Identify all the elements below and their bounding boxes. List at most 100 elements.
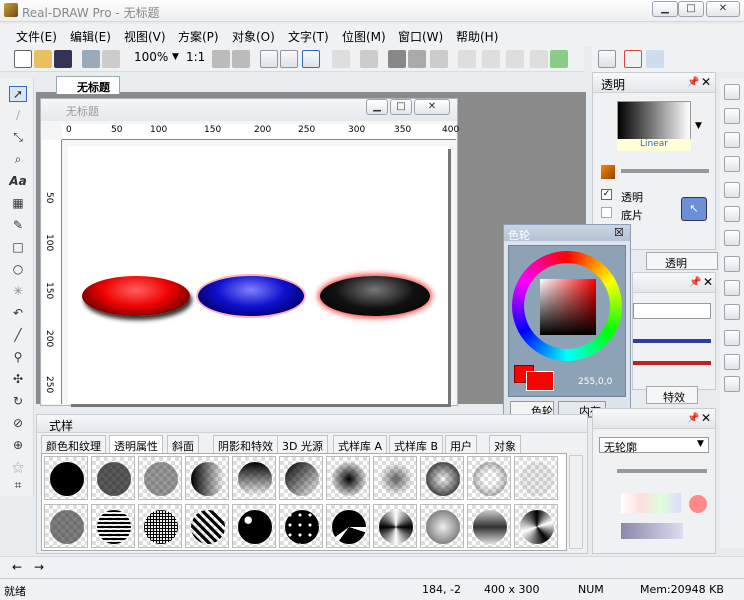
globe-mini-icon[interactable]	[724, 256, 740, 272]
blue-ellipse[interactable]	[196, 274, 306, 318]
style-swatch[interactable]	[232, 504, 276, 548]
shape-mini-icon[interactable]	[724, 182, 740, 198]
tab-3d-light[interactable]: 3D 光源	[277, 435, 328, 453]
style-swatch[interactable]	[326, 456, 370, 500]
save-icon[interactable]	[54, 50, 72, 68]
menu-file[interactable]: 文件(E)	[16, 28, 57, 45]
zoom-select[interactable]: 100%	[134, 50, 168, 64]
zoom-dropdown-icon[interactable]: ▼	[172, 52, 179, 62]
magnify-tool-icon[interactable]: ⊕	[9, 438, 27, 454]
opacity-slider[interactable]	[621, 169, 709, 173]
scissors-icon[interactable]	[360, 50, 378, 68]
frame-icon[interactable]	[458, 50, 476, 68]
minimize-button[interactable]: ▁	[652, 1, 678, 17]
close-button[interactable]: ✕	[706, 1, 740, 17]
color-chip[interactable]	[601, 165, 615, 179]
zoom-tool-icon[interactable]: ⌕	[9, 152, 27, 168]
doc-maximize-button[interactable]: □	[390, 99, 412, 115]
outline-color-dot[interactable]	[689, 495, 707, 513]
effects-pin-icon[interactable]: 📌	[689, 277, 701, 288]
doc-close-button[interactable]: ✕	[414, 99, 450, 115]
menu-object[interactable]: 对象(O)	[232, 28, 275, 45]
current-color-swatch[interactable]	[526, 371, 554, 391]
effects-dropdown[interactable]	[633, 303, 711, 319]
zoom-ratio[interactable]: 1:1	[186, 50, 205, 64]
undo-icon[interactable]	[212, 50, 230, 68]
style-swatch[interactable]	[185, 504, 229, 548]
menu-scheme[interactable]: 方案(P)	[178, 28, 219, 45]
lasso-tool-icon[interactable]: ⊘	[9, 416, 27, 432]
black-ellipse[interactable]	[320, 276, 430, 316]
object-mini-icon[interactable]	[724, 156, 740, 172]
style-swatch[interactable]	[467, 456, 511, 500]
style-swatch[interactable]	[467, 504, 511, 548]
layer-mini-icon[interactable]	[724, 132, 740, 148]
style-swatch[interactable]	[91, 504, 135, 548]
outline-close-icon[interactable]: ✕	[701, 411, 711, 425]
cursor-mini-icon[interactable]	[724, 330, 740, 346]
style-swatch[interactable]	[279, 456, 323, 500]
color-tool-icon[interactable]	[724, 84, 740, 100]
style-swatch[interactable]	[420, 456, 464, 500]
wand-tool-icon[interactable]: ⚝	[9, 460, 27, 476]
star-tool-icon[interactable]: ✳	[9, 284, 27, 300]
menu-view[interactable]: 视图(V)	[124, 28, 166, 45]
stack-mini-icon[interactable]	[724, 230, 740, 246]
moon-mini-icon[interactable]	[724, 304, 740, 320]
red-ellipse[interactable]	[82, 276, 190, 316]
drawing-canvas[interactable]	[68, 146, 448, 404]
effects-close-icon[interactable]: ✕	[703, 275, 713, 289]
eraser-icon[interactable]	[430, 50, 448, 68]
knife-tool-icon[interactable]: ∕	[9, 108, 27, 124]
tab-bevel[interactable]: 斜面	[167, 435, 199, 453]
color-wheel-close-icon[interactable]: ☒	[614, 226, 624, 239]
pencil-tool-icon[interactable]: ✎	[9, 218, 27, 234]
filter-icon[interactable]	[530, 50, 548, 68]
style-swatch[interactable]	[91, 456, 135, 500]
style-swatch[interactable]	[279, 504, 323, 548]
saturation-square[interactable]	[540, 279, 596, 335]
brush-icon[interactable]	[408, 50, 426, 68]
effects-slider-blue[interactable]	[633, 339, 711, 343]
text-tool-icon[interactable]: Aa	[9, 174, 27, 190]
style-swatch[interactable]	[44, 504, 88, 548]
tab-object[interactable]: 对象	[489, 435, 521, 453]
effects-slider-red[interactable]	[633, 361, 711, 365]
pen-icon[interactable]	[388, 50, 406, 68]
tab-color-texture[interactable]: 颜色和纹理	[41, 435, 106, 453]
line-tool-icon[interactable]: ╱	[9, 328, 27, 344]
style-swatch[interactable]	[514, 456, 558, 500]
style-swatch[interactable]	[420, 504, 464, 548]
style-swatch[interactable]	[326, 504, 370, 548]
snap-icon[interactable]	[598, 50, 616, 68]
outline-dropdown[interactable]: 无轮廓	[599, 437, 709, 454]
style-swatch[interactable]	[138, 504, 182, 548]
move-mini-icon[interactable]	[724, 376, 740, 392]
spray-tool-icon[interactable]: ✣	[9, 372, 27, 388]
menu-text[interactable]: 文字(T)	[288, 28, 329, 45]
outline-color-gradient[interactable]	[621, 493, 681, 513]
style-swatch[interactable]	[232, 456, 276, 500]
grid-icon[interactable]	[624, 50, 642, 68]
style-scrollbar[interactable]	[569, 455, 583, 549]
dots-mini-icon[interactable]	[724, 354, 740, 370]
menu-help[interactable]: 帮助(H)	[456, 28, 498, 45]
style-swatch[interactable]	[373, 456, 417, 500]
node-tool-icon[interactable]: ⤡	[9, 130, 27, 146]
pen-mini-icon[interactable]	[724, 206, 740, 222]
capture-icon[interactable]	[482, 50, 500, 68]
tab-style-lib-b[interactable]: 式样库 B	[389, 435, 444, 453]
tab-transparency[interactable]: 透明	[646, 252, 718, 270]
tab-transparency-props[interactable]: 透明属性	[109, 435, 163, 453]
align-icon[interactable]	[260, 50, 278, 68]
group-icon[interactable]	[280, 50, 298, 68]
apply-transparency-button[interactable]: ↖	[681, 197, 707, 221]
outline-pin-icon[interactable]: 📌	[687, 413, 699, 424]
document-tab[interactable]: 无标题	[56, 76, 120, 94]
style-swatch[interactable]	[138, 456, 182, 500]
transparent-checkbox[interactable]: ✓	[601, 189, 612, 200]
tab-effects[interactable]: 特效	[646, 386, 698, 404]
ellipse-tool-icon[interactable]: ○	[9, 262, 27, 278]
fill-mini-icon[interactable]	[724, 108, 740, 124]
menu-window[interactable]: 窗口(W)	[398, 28, 443, 45]
